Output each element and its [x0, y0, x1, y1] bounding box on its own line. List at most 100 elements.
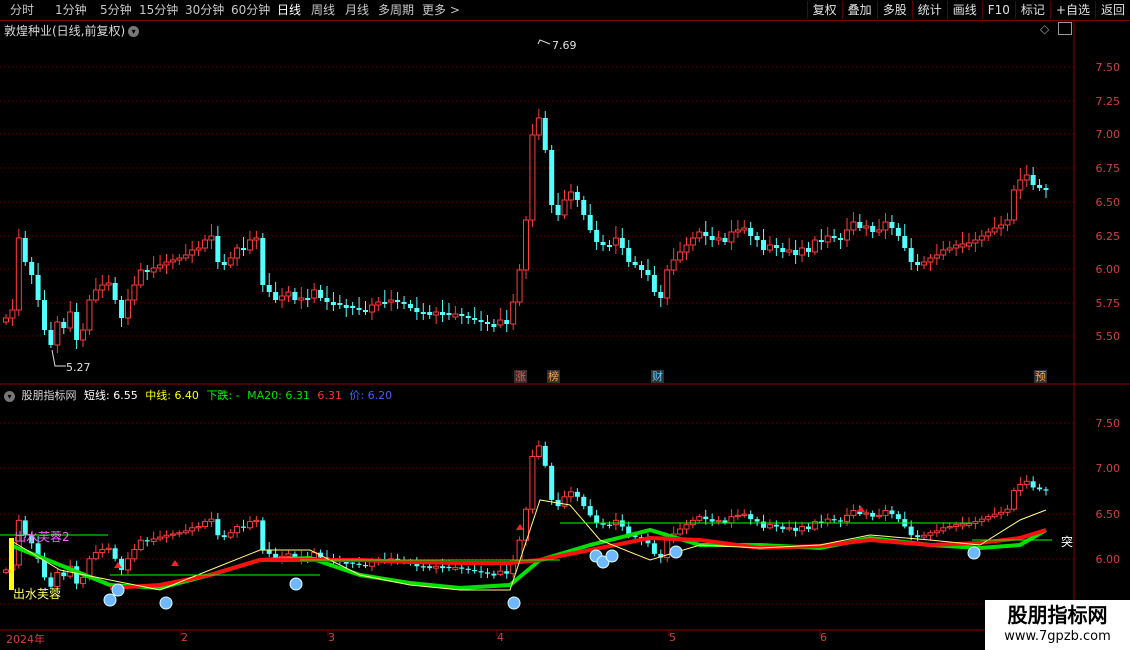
candle-body	[535, 117, 542, 136]
mid-line-value: 6.40	[174, 389, 199, 402]
candle-body	[754, 236, 760, 240]
short-line-value: 6.55	[113, 389, 138, 402]
candle-body	[696, 516, 703, 521]
candle-body	[561, 199, 568, 216]
candle-body	[773, 245, 779, 248]
candle-body	[1037, 185, 1043, 188]
limit-up-badge[interactable]: 涨	[514, 370, 527, 383]
candle-body	[459, 567, 465, 569]
candle-body	[363, 310, 369, 312]
candle-body	[234, 247, 241, 259]
indicator-y-tick-label: 6.00	[1095, 553, 1121, 566]
ranking-badge[interactable]: 榜	[547, 370, 560, 383]
candle-body	[388, 299, 395, 303]
candle-body	[305, 298, 311, 300]
candle-body	[215, 236, 221, 262]
candle-body	[574, 491, 580, 497]
candle-body	[606, 245, 612, 247]
candle-body	[761, 240, 767, 250]
candle-body	[131, 549, 138, 560]
candle-body	[86, 299, 93, 331]
chevron-down-icon[interactable]: ▾	[4, 390, 15, 402]
candle-body	[189, 249, 196, 256]
candle-body	[54, 321, 61, 346]
candle-body	[959, 243, 966, 248]
candle-body	[889, 510, 895, 515]
date-axis-label: 5	[669, 631, 676, 644]
candle-body	[741, 227, 748, 231]
candle-body	[452, 566, 459, 570]
candle-body	[92, 289, 99, 301]
candle-body	[523, 219, 529, 271]
candle-body	[227, 257, 234, 266]
candle-body	[882, 221, 889, 231]
candle-body	[478, 320, 484, 322]
candle-body	[227, 532, 234, 538]
candle-body	[953, 244, 960, 249]
candle-body	[124, 558, 131, 571]
candle-body	[208, 518, 215, 523]
candle-body	[137, 269, 144, 286]
candle-body	[48, 330, 54, 345]
signal-ball	[103, 593, 117, 607]
candle-body	[343, 561, 349, 564]
candle-body	[780, 526, 786, 530]
candle-body	[734, 229, 741, 233]
candle-body	[150, 267, 157, 273]
candle-body	[350, 562, 356, 564]
ma20-line	[109, 528, 1047, 590]
y-tick-label: 6.00	[1095, 263, 1121, 276]
candle-body	[157, 536, 164, 540]
candle-body	[491, 573, 497, 576]
candle-body	[465, 316, 471, 318]
candle-body	[1017, 179, 1024, 191]
candle-body	[446, 313, 452, 315]
candle-body	[330, 302, 336, 305]
candle-body	[124, 299, 131, 319]
candle-body	[985, 231, 992, 237]
candle-body	[516, 269, 523, 303]
y-tick-label: 6.50	[1095, 196, 1121, 209]
candle-body	[722, 238, 728, 242]
candle-body	[741, 513, 748, 516]
indicator-name: 股朋指标网	[21, 389, 77, 402]
candle-body	[478, 571, 484, 573]
candle-body	[29, 262, 35, 275]
indicator-y-tick-label: 6.50	[1095, 508, 1121, 521]
candle-body	[921, 261, 928, 266]
candle-body	[497, 319, 504, 326]
candle-body	[1017, 483, 1024, 492]
candle-body	[902, 236, 908, 248]
candle-body	[324, 298, 330, 302]
candle-body	[549, 150, 555, 205]
candle-body	[163, 261, 170, 266]
candle-body	[927, 532, 934, 536]
date-axis-label: 4	[497, 631, 504, 644]
candle-body	[703, 516, 709, 520]
candle-body	[440, 566, 446, 569]
candle-body	[677, 251, 684, 261]
candle-body	[921, 534, 928, 538]
candle-body	[555, 205, 561, 215]
candle-body	[574, 192, 580, 200]
candle-body	[793, 250, 799, 255]
candle-body	[972, 239, 979, 244]
price-label: 价:	[349, 389, 365, 402]
candle-body	[696, 231, 703, 239]
candle-body	[811, 239, 818, 253]
candle-body	[363, 565, 369, 567]
candle-body	[889, 222, 895, 228]
candle-body	[414, 308, 420, 312]
candle-body	[241, 526, 247, 528]
candle-body	[933, 530, 940, 534]
candle-body	[202, 521, 209, 528]
finance-badge[interactable]: 财	[651, 370, 664, 383]
candle-body	[35, 275, 41, 300]
y-tick-label: 5.75	[1095, 297, 1121, 310]
candlestick-chart[interactable]	[0, 0, 1130, 650]
forecast-badge[interactable]: 预	[1034, 370, 1047, 383]
candle-body	[427, 566, 433, 569]
candle-body	[824, 518, 831, 524]
candle-body	[285, 291, 292, 297]
candle-body	[15, 237, 22, 311]
